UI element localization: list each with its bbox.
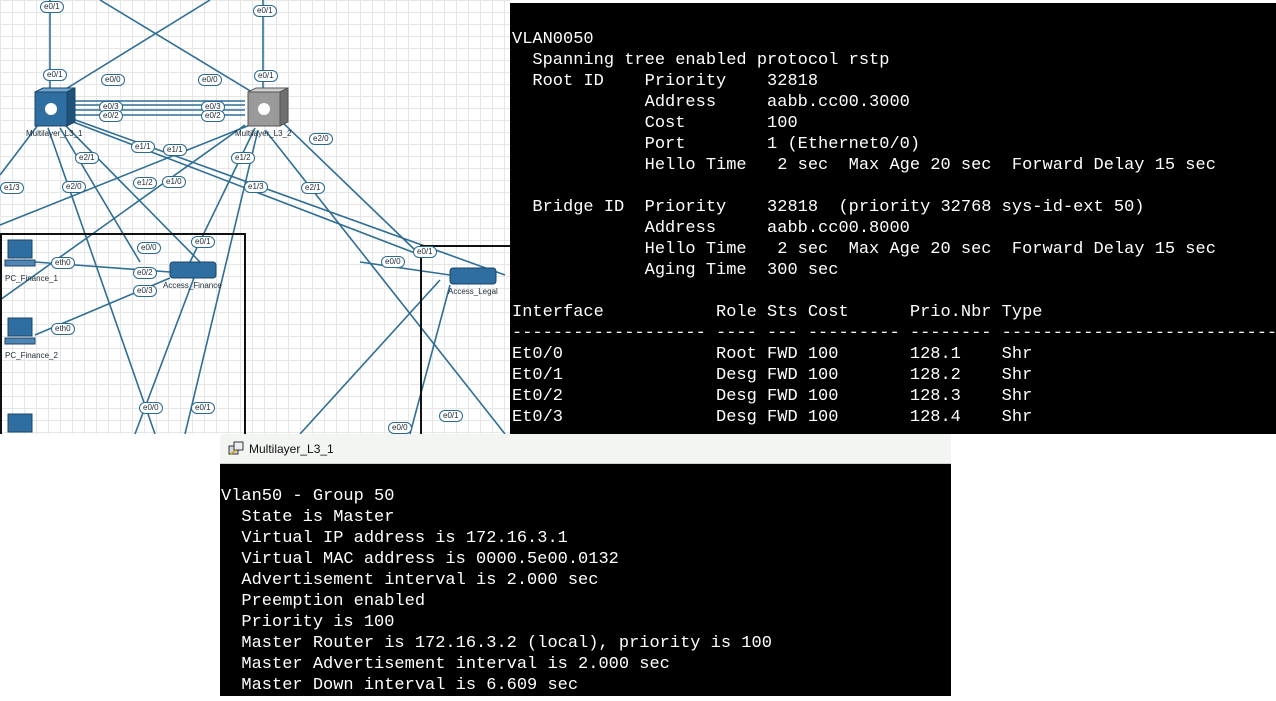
vrrp-terminal-window[interactable]: Multilayer_L3_1 Vlan50 - Group 50 State …	[220, 434, 951, 696]
port-label: e0/0	[139, 402, 163, 414]
putty-icon	[228, 441, 244, 455]
terminal-line: Master Router is 172.16.3.2 (local), pri…	[221, 634, 772, 653]
terminal-line: Master Advertisement interval is 2.000 s…	[221, 655, 670, 674]
port-label: e0/0	[101, 74, 125, 86]
port-label: e1/3	[0, 182, 24, 194]
terminal-line: Virtual MAC address is 0000.5e00.0132	[221, 550, 619, 569]
terminal-output: Vlan50 - Group 50 State is Master Virtua…	[221, 486, 772, 696]
terminal-line: Cost 100	[512, 114, 798, 133]
port-label: e0/2	[201, 110, 225, 122]
spanning-tree-terminal[interactable]: VLAN0050 Spanning tree enabled protocol …	[510, 3, 1276, 434]
terminal-line: Address aabb.cc00.8000	[512, 219, 910, 238]
port-label: e0/1	[253, 5, 277, 17]
port-label: e1/3	[244, 181, 268, 193]
terminal-line: Et0/1 Desg FWD 100 128.2 Shr	[512, 366, 1033, 385]
terminal-line: Advertisement interval is 2.000 sec	[221, 571, 599, 590]
port-label: e0/1	[413, 246, 437, 258]
device-label-pc-finance-2[interactable]: PC_Finance_2	[5, 351, 58, 360]
port-label: e0/1	[254, 70, 278, 82]
terminal-line: Virtual IP address is 172.16.3.1	[221, 529, 568, 548]
port-label: e0/2	[133, 267, 157, 279]
port-label: e0/0	[137, 242, 161, 254]
port-label: e0/1	[439, 410, 463, 422]
port-label: e0/1	[191, 402, 215, 414]
terminal-line: Address aabb.cc00.3000	[512, 93, 910, 112]
port-label: e2/1	[75, 152, 99, 164]
port-label: e2/1	[301, 182, 325, 194]
port-label: eth0	[51, 257, 75, 269]
terminal-line: Preemption enabled	[221, 592, 426, 611]
terminal-line: VLAN0050	[512, 30, 594, 49]
port-label: e1/2	[231, 152, 255, 164]
terminal-line: Et0/2 Desg FWD 100 128.3 Shr	[512, 387, 1033, 406]
device-label-l3-2[interactable]: Multilayer_L3_2	[235, 129, 291, 138]
port-label: e0/0	[388, 422, 412, 434]
port-label: e1/0	[162, 176, 186, 188]
port-label: e0/1	[43, 69, 67, 81]
device-label-l3-1[interactable]: Multilayer_L3_1	[26, 129, 82, 138]
terminal-line: Aging Time 300 sec	[512, 261, 839, 280]
device-label-access-legal[interactable]: Access_Legal	[448, 287, 498, 296]
port-label: e2/0	[309, 133, 333, 145]
port-label: e0/2	[99, 110, 123, 122]
port-label: e1/2	[133, 177, 157, 189]
port-label: e1/1	[163, 144, 187, 156]
terminal-line: Interface Role Sts Cost Prio.Nbr Type	[512, 303, 1043, 322]
terminal-line: State is Master	[221, 508, 395, 527]
l3-switch-icon	[34, 87, 289, 127]
terminal-line: Root ID Priority 32818	[512, 72, 819, 91]
terminal-line: Hello Time 2 sec Max Age 20 sec Forward …	[512, 156, 1216, 175]
terminal-line: Spanning tree enabled protocol rstp	[512, 51, 890, 70]
port-label: e0/3	[133, 285, 157, 297]
terminal-line: ------------------- ---- --- --------- -…	[512, 324, 1276, 343]
terminal-output: VLAN0050 Spanning tree enabled protocol …	[512, 29, 1276, 428]
port-label: eth0	[51, 323, 75, 335]
port-label: e0/1	[40, 1, 64, 13]
legal-area-box	[420, 245, 510, 434]
terminal-line: Priority is 100	[221, 613, 395, 632]
port-label: e0/1	[191, 236, 215, 248]
device-label-access-finance[interactable]: Access_Finance	[163, 281, 222, 290]
terminal-title: Multilayer_L3_1	[249, 441, 334, 456]
terminal-line: Vlan50 - Group 50	[221, 487, 395, 506]
terminal-title-bar[interactable]: Multilayer_L3_1	[220, 434, 951, 464]
terminal-line: Port 1 (Ethernet0/0)	[512, 135, 921, 154]
port-label: e0/0	[381, 256, 405, 268]
port-label: e1/1	[131, 141, 155, 153]
terminal-line: Et0/0 Root FWD 100 128.1 Shr	[512, 345, 1033, 364]
terminal-line: Et0/3 Desg FWD 100 128.4 Shr	[512, 408, 1033, 427]
port-label: e2/0	[62, 181, 86, 193]
terminal-line: Master Down interval is 6.609 sec	[221, 676, 579, 695]
port-label: e0/0	[198, 74, 222, 86]
device-label-pc-finance-1[interactable]: PC_Finance_1	[5, 274, 58, 283]
terminal-line: Hello Time 2 sec Max Age 20 sec Forward …	[512, 240, 1216, 259]
topology-canvas[interactable]: Multilayer_L3_1 Multilayer_L3_2 Access_F…	[0, 0, 510, 434]
terminal-line: Bridge ID Priority 32818 (priority 32768…	[512, 198, 1145, 217]
